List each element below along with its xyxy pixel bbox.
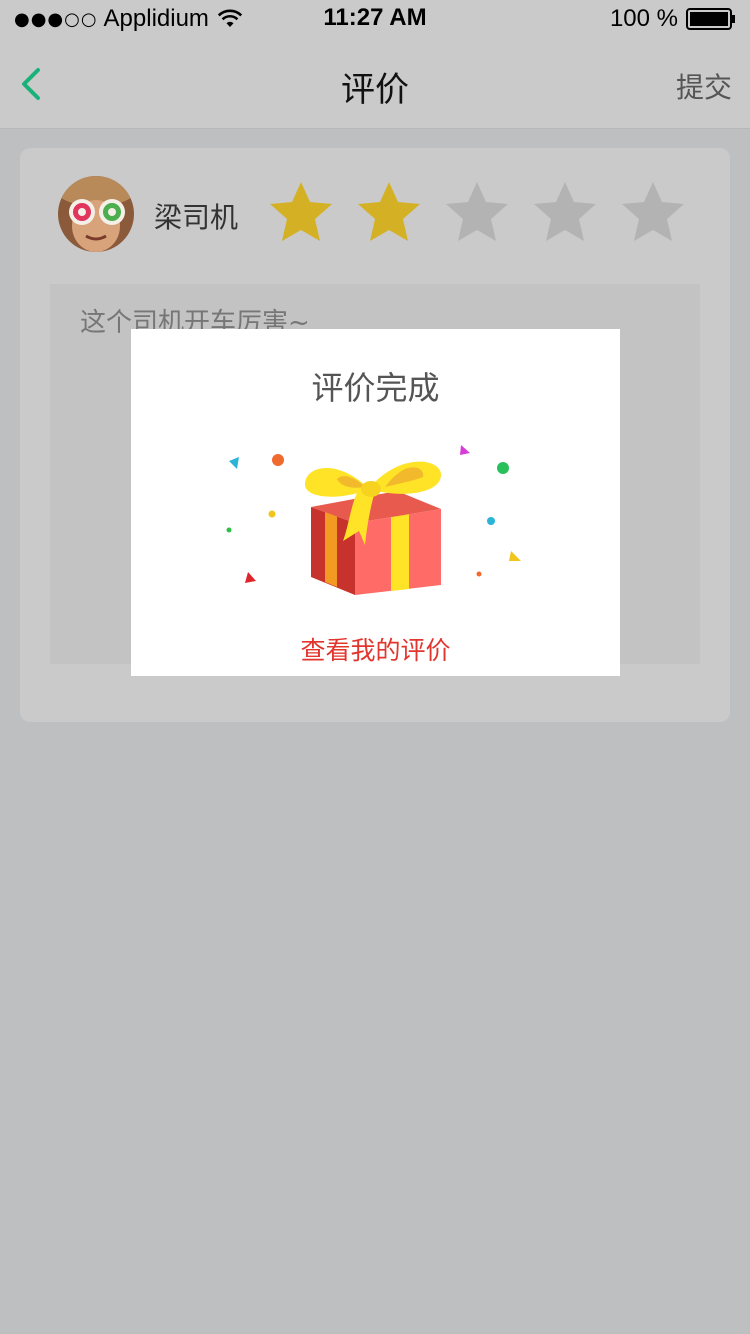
submit-button[interactable]: 提交 <box>676 66 732 106</box>
star-filled-icon[interactable] <box>268 180 334 246</box>
driver-avatar <box>58 176 134 252</box>
view-my-review-link[interactable]: 查看我的评价 <box>131 631 620 667</box>
nav-bar: 评价 提交 <box>0 40 750 129</box>
avatar-image <box>58 176 134 252</box>
star-empty-icon[interactable] <box>532 180 598 246</box>
status-bar: ●●●○○ Applidium 11:27 AM 100 % <box>0 0 750 40</box>
battery-icon <box>686 8 735 30</box>
battery-percent: 100 % <box>609 5 678 32</box>
driver-name: 梁司机 <box>154 201 239 234</box>
page-title: 评价 <box>341 70 409 110</box>
review-complete-dialog: 评价完成 查看我的评价 <box>131 329 620 676</box>
status-right: 100 % <box>610 5 736 33</box>
star-filled-icon[interactable] <box>356 180 422 246</box>
star-empty-icon[interactable] <box>620 180 686 246</box>
star-empty-icon[interactable] <box>444 180 510 246</box>
star-rating[interactable] <box>268 180 708 246</box>
review-page: ●●●○○ Applidium 11:27 AM 100 % 评价 提交 梁司机… <box>0 0 750 1334</box>
dialog-title: 评价完成 <box>311 369 440 407</box>
gift-box-icon <box>226 445 521 595</box>
